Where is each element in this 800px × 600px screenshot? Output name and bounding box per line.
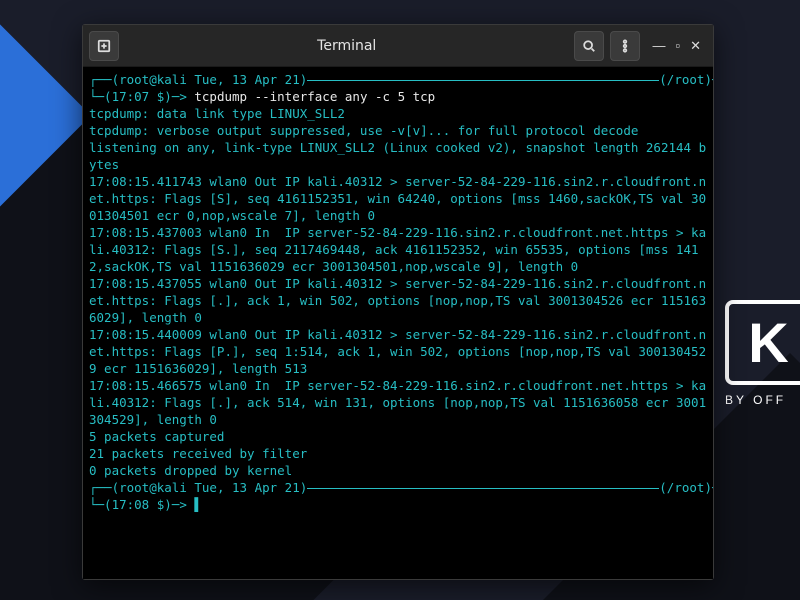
menu-button[interactable]	[610, 31, 640, 61]
output-line: 17:08:15.437055 wlan0 Out IP kali.40312 …	[89, 276, 706, 325]
output-line: 17:08:15.440009 wlan0 Out IP kali.40312 …	[89, 327, 706, 376]
terminal-body[interactable]: ┌──(root@kali Tue, 13 Apr 21)(/root)─┐ └…	[83, 67, 713, 579]
output-line: 0 packets dropped by kernel	[89, 463, 292, 478]
output-line: 17:08:15.411743 wlan0 Out IP kali.40312 …	[89, 174, 706, 223]
kebab-icon	[618, 39, 632, 53]
badge-letter: K	[748, 310, 786, 375]
prompt-top-line-2: ┌──(root@kali Tue, 13 Apr 21)(/root)─┐	[89, 480, 713, 495]
search-icon	[582, 39, 596, 53]
new-tab-icon	[97, 39, 111, 53]
badge-box: K	[725, 300, 800, 385]
output-line: 5 packets captured	[89, 429, 224, 444]
output-line: listening on any, link-type LINUX_SLL2 (…	[89, 140, 706, 172]
output-line: 21 packets received by filter	[89, 446, 307, 461]
minimize-button[interactable]: —	[652, 38, 665, 54]
command-input-1: tcpdump --interface any -c 5 tcp	[194, 89, 435, 104]
search-button[interactable]	[574, 31, 604, 61]
output-line: tcpdump: verbose output suppressed, use …	[89, 123, 638, 138]
window-titlebar[interactable]: Terminal — ▫ ✕	[83, 25, 713, 67]
window-title: Terminal	[125, 38, 568, 54]
badge-subtitle: BY OFF	[725, 393, 800, 407]
desktop-distro-badge: K BY OFF	[725, 300, 800, 407]
prompt-bottom-line-1: └─(17:07 $)─>	[89, 89, 194, 104]
output-line: tcpdump: data link type LINUX_SLL2	[89, 106, 345, 121]
prompt-bottom-line-2: └─(17:08 $)─>	[89, 497, 194, 512]
new-tab-button[interactable]	[89, 31, 119, 61]
output-line: 17:08:15.466575 wlan0 In IP server-52-84…	[89, 378, 706, 427]
maximize-button[interactable]: ▫	[675, 38, 680, 54]
window-controls: — ▫ ✕	[646, 38, 707, 54]
prompt-top-line-1: ┌──(root@kali Tue, 13 Apr 21)(/root)─┐	[89, 72, 713, 87]
cursor: ▌	[194, 497, 202, 512]
close-button[interactable]: ✕	[690, 38, 701, 54]
output-line: 17:08:15.437003 wlan0 In IP server-52-84…	[89, 225, 706, 274]
terminal-window: Terminal — ▫ ✕ ┌──(root@kali Tue, 13 Apr…	[82, 24, 714, 580]
